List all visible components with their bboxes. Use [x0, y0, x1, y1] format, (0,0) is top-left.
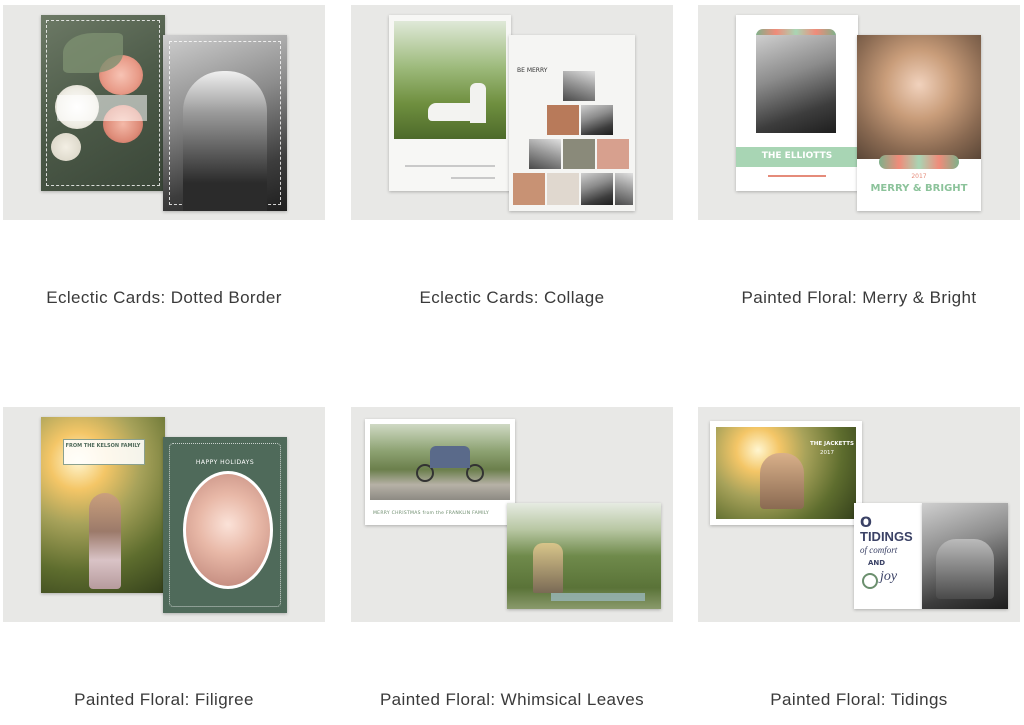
product-thumbnail[interactable]: THE ELLIOTTS 2017 MERRY & BRIGHT [698, 5, 1020, 220]
tandem-bike-card: MERRY CHRISTMAS from the FRANKLIN FAMILY [365, 419, 515, 525]
leaf-pattern [169, 443, 281, 607]
product-title[interactable]: Painted Floral: Tidings [698, 690, 1020, 710]
field-photo-card [507, 503, 661, 609]
kelson-family-text: FROM THE KELSON FAMILY [65, 443, 141, 449]
family-bw-photo [922, 503, 1008, 609]
product-thumbnail[interactable]: BE MERRY [351, 5, 673, 220]
product-thumbnail[interactable] [3, 5, 325, 220]
wreath-icon [862, 573, 878, 589]
collage-photo [597, 139, 629, 169]
floral-card-front [41, 15, 165, 191]
mother-child [89, 493, 121, 589]
product-title[interactable]: Painted Floral: Filigree [3, 690, 325, 710]
holidays-card: HAPPY HOLIDAYS [163, 437, 287, 613]
rose-cream [51, 133, 81, 161]
collage-photo [563, 139, 595, 169]
product-tile-merry-bright[interactable]: THE ELLIOTTS 2017 MERRY & BRIGHT Painted… [698, 5, 1020, 307]
merry-bright-card: 2017 MERRY & BRIGHT [857, 35, 981, 211]
wedding-car-photo [394, 21, 506, 139]
title-band [57, 95, 147, 121]
photo-card-front [389, 15, 511, 191]
small-print-line [405, 165, 495, 167]
product-tile-whimsical-leaves[interactable]: MERRY CHRISTMAS from the FRANKLIN FAMILY… [351, 407, 673, 709]
product-title[interactable]: Eclectic Cards: Dotted Border [3, 288, 325, 308]
be-merry-text: BE MERRY [517, 67, 548, 74]
family-figures [936, 539, 994, 599]
couple-silhouette [183, 71, 267, 211]
collage-photo [615, 173, 633, 205]
photo-card-couple [163, 35, 287, 211]
figures [533, 543, 563, 593]
name-banner [551, 593, 645, 601]
family-photo [756, 35, 836, 133]
small-names [768, 175, 826, 177]
collage-card: BE MERRY [509, 35, 635, 211]
tidings-joy: joy [880, 569, 898, 584]
collage-photo [581, 105, 613, 135]
product-title[interactable]: Painted Floral: Whimsical Leaves [351, 690, 673, 710]
product-tile-dotted-border[interactable]: Eclectic Cards: Dotted Border [3, 5, 325, 307]
floral-garland [879, 155, 959, 169]
product-tile-tidings[interactable]: THE JACKETTS 2017 O TIDINGS of comfort A… [698, 407, 1020, 709]
product-thumbnail[interactable]: THE JACKETTS 2017 O TIDINGS of comfort A… [698, 407, 1020, 622]
tidings-and: AND [868, 559, 886, 567]
franklin-greeting: MERRY CHRISTMAS from the FRANKLIN FAMILY [373, 511, 490, 516]
year-text: 2017 [911, 173, 927, 180]
product-title[interactable]: Eclectic Cards: Collage [351, 288, 673, 308]
tidings-word: TIDINGS [860, 529, 913, 544]
baby-photo [857, 35, 981, 159]
collage-photo [547, 105, 579, 135]
collage-photo [563, 71, 595, 101]
product-title[interactable]: Painted Floral: Merry & Bright [698, 288, 1020, 308]
family-name: THE ELLIOTTS [761, 151, 833, 161]
jacketts-year: 2017 [820, 450, 834, 456]
bike-photo [370, 424, 510, 500]
product-tile-filigree[interactable]: FROM THE KELSON FAMILY HAPPY HOLIDAYS Pa… [3, 407, 325, 709]
collage-photo [529, 139, 561, 169]
product-thumbnail[interactable]: FROM THE KELSON FAMILY HAPPY HOLIDAYS [3, 407, 325, 622]
jacketts-name: THE JACKETTS [810, 441, 854, 447]
elliotts-card: THE ELLIOTTS [736, 15, 858, 191]
collage-photo [513, 173, 545, 205]
leaves [63, 33, 123, 73]
tidings-card: O TIDINGS of comfort AND joy [854, 503, 922, 609]
tidings-comfort: of comfort [860, 545, 898, 555]
product-thumbnail[interactable]: MERRY CHRISTMAS from the FRANKLIN FAMILY [351, 407, 673, 622]
product-tile-collage[interactable]: BE MERRY Eclectic Cards: Collage [351, 5, 673, 307]
kelson-photo-card: FROM THE KELSON FAMILY [41, 417, 165, 593]
collage-photo [547, 173, 579, 205]
jacketts-card: THE JACKETTS 2017 [710, 421, 862, 525]
small-print-line [451, 177, 495, 179]
merry-bright-text: MERRY & BRIGHT [870, 183, 968, 194]
collage-photo [581, 173, 613, 205]
